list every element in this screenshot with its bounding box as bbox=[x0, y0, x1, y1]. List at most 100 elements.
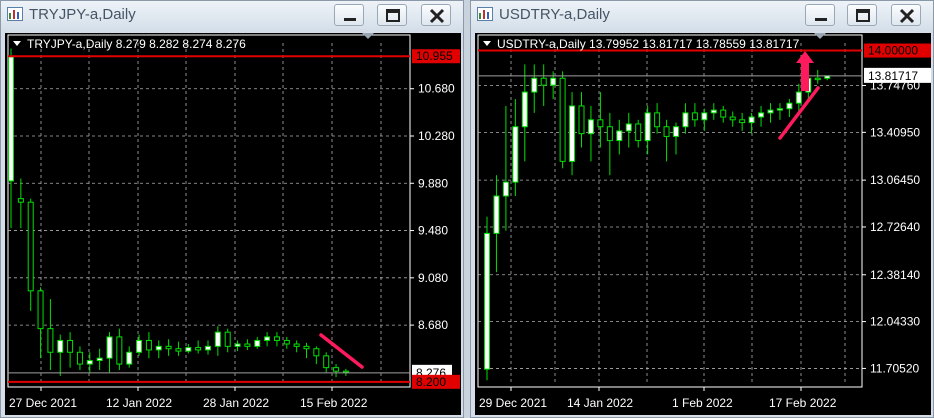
close-icon bbox=[429, 8, 445, 24]
minimize-icon bbox=[815, 18, 827, 21]
candle-body bbox=[710, 109, 717, 114]
candle-body bbox=[333, 367, 340, 372]
candle-body bbox=[654, 112, 661, 128]
candle-body bbox=[293, 343, 300, 347]
candle-body bbox=[569, 105, 576, 162]
candle-body bbox=[283, 339, 290, 345]
candle-body bbox=[540, 77, 547, 86]
x-tick-label: 14 Jan 2022 bbox=[567, 396, 633, 410]
candle-body bbox=[323, 355, 330, 369]
candle-body bbox=[559, 77, 566, 162]
candle-body bbox=[126, 351, 133, 365]
chart-header-text: USDTRY-a,Daily 13.79952 13.81717 13.7855… bbox=[497, 37, 800, 51]
level-price-label: 14.00000 bbox=[868, 44, 918, 58]
candle-body bbox=[205, 345, 211, 351]
candle-body bbox=[729, 116, 736, 121]
candle-body bbox=[767, 109, 774, 114]
close-button[interactable] bbox=[421, 4, 451, 26]
candle-body bbox=[313, 348, 320, 357]
minimize-button[interactable] bbox=[334, 4, 364, 26]
candle-body bbox=[76, 351, 83, 365]
candle-body bbox=[244, 343, 251, 347]
candle-body bbox=[8, 56, 14, 182]
candle-body bbox=[57, 339, 64, 353]
candle-body bbox=[616, 130, 623, 142]
y-tick-label: 12.04330 bbox=[870, 315, 920, 329]
candle-body bbox=[521, 91, 528, 128]
close-button[interactable] bbox=[891, 4, 921, 26]
candle-body bbox=[47, 328, 54, 353]
chart-window-icon bbox=[7, 7, 23, 21]
window-title: USDTRY-a,Daily bbox=[499, 6, 610, 23]
price-chart-svg[interactable]: 13.7476013.4095013.0645012.7264012.38140… bbox=[475, 33, 931, 415]
window-titlebar[interactable]: USDTRY-a,Daily bbox=[471, 1, 933, 29]
candle-body bbox=[17, 198, 24, 203]
candle-body bbox=[758, 112, 765, 118]
y-tick-label: 12.38140 bbox=[870, 268, 920, 282]
plot-frame bbox=[7, 34, 411, 388]
candle-body bbox=[493, 195, 500, 234]
candle-body bbox=[587, 119, 594, 135]
chart-shift-marker-icon bbox=[814, 33, 826, 39]
candle-body bbox=[185, 347, 192, 352]
price-chart-svg[interactable]: 10.680 10.280 9.880 9.480 9.080 8.680 27 Dec 2… bbox=[5, 33, 461, 415]
candle-body bbox=[531, 77, 538, 93]
maximize-button[interactable] bbox=[847, 4, 877, 26]
y-tick-label: 11.70520 bbox=[870, 361, 919, 375]
y-tick-label: 9.480 bbox=[418, 224, 448, 238]
close-icon bbox=[899, 8, 915, 24]
candle-body bbox=[502, 181, 509, 197]
candle-body bbox=[484, 232, 490, 370]
candle-body bbox=[214, 331, 221, 347]
window-titlebar[interactable]: TRYJPY-a,Daily bbox=[1, 1, 463, 29]
candle-body bbox=[224, 331, 231, 347]
candle-body bbox=[691, 112, 698, 121]
candle-body bbox=[795, 91, 802, 104]
x-tick-label: 17 Feb 2022 bbox=[769, 396, 837, 410]
chart-symbol-label: TRYJPY-a,Daily bbox=[27, 37, 112, 51]
x-tick-label: 12 Jan 2022 bbox=[106, 396, 172, 410]
y-tick-label: 13.40950 bbox=[870, 125, 920, 139]
candle-body bbox=[175, 348, 182, 352]
chart-window-usdtry[interactable]: USDTRY-a,Daily 13.74760 13.40950 13.06450 1… bbox=[470, 0, 934, 418]
x-tick-label: 27 Dec 2021 bbox=[9, 396, 77, 410]
candle-body bbox=[86, 360, 93, 365]
candle-body bbox=[739, 119, 746, 124]
chart-window-tryjpy[interactable]: TRYJPY-a,Daily 10.680 10.280 9.880 9.480 9.0… bbox=[0, 0, 464, 418]
y-tick-label: 9.880 bbox=[418, 176, 448, 190]
header-dropdown-icon[interactable] bbox=[13, 41, 21, 46]
candle-body bbox=[512, 126, 519, 183]
window-title: TRYJPY-a,Daily bbox=[29, 6, 136, 23]
candle-body bbox=[116, 336, 123, 365]
maximize-icon bbox=[856, 9, 870, 22]
bid-price-label: 13.81717 bbox=[868, 69, 918, 83]
candle-body bbox=[606, 126, 613, 142]
maximize-icon bbox=[386, 9, 400, 22]
candle-body bbox=[67, 339, 74, 353]
price-chart[interactable]: 13.74760 13.40950 13.06450 12.72640 12.38140… bbox=[475, 33, 931, 415]
candle-body bbox=[195, 347, 202, 351]
y-tick-label: 9.080 bbox=[418, 271, 448, 285]
chart-header-text: TRYJPY-a,Daily 8.279 8.282 8.274 8.276 bbox=[27, 37, 246, 51]
candle-body bbox=[644, 112, 651, 142]
candle-body bbox=[136, 339, 143, 353]
chart-ohlc-values: 13.79952 13.81717 13.78559 13.81717 bbox=[586, 37, 800, 51]
candle-body bbox=[37, 290, 44, 330]
maximize-button[interactable] bbox=[377, 4, 407, 26]
chart-window-icon bbox=[477, 7, 493, 21]
candle-body bbox=[342, 370, 349, 373]
candle-body bbox=[625, 123, 632, 132]
candle-body bbox=[155, 345, 162, 351]
candle-body bbox=[701, 112, 708, 121]
candle-body bbox=[748, 116, 755, 124]
level-price-label: 10.955 bbox=[416, 49, 453, 63]
candle-body bbox=[234, 343, 241, 347]
candle-body bbox=[165, 345, 172, 350]
candle-body bbox=[145, 339, 152, 351]
minimize-button[interactable] bbox=[805, 4, 835, 26]
candle-body bbox=[597, 119, 604, 128]
price-chart[interactable]: 10.680 10.280 9.880 9.480 9.080 8.680 27 Dec 2… bbox=[5, 33, 461, 415]
candle-body bbox=[264, 336, 271, 341]
header-dropdown-icon[interactable] bbox=[483, 41, 491, 46]
candle-body bbox=[106, 336, 113, 359]
